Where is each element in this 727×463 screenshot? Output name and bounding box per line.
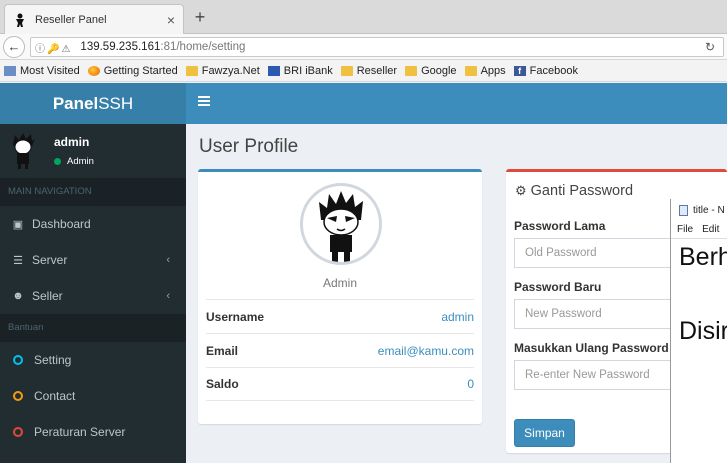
- app-logo[interactable]: Panel SSH: [0, 83, 186, 124]
- menu-edit[interactable]: Edit: [702, 224, 719, 235]
- new-tab-button[interactable]: +: [190, 7, 210, 28]
- profile-box: Admin Username admin Email email@kamu.co…: [198, 169, 482, 424]
- chevron-left-icon: ‹: [166, 254, 170, 266]
- sidebar-item-peraturan[interactable]: Peraturan Server: [0, 414, 186, 450]
- browser-tab-bar: Reseller Panel × +: [0, 0, 727, 34]
- site-info-icons[interactable]: ⓘ🔑⚠: [35, 40, 72, 55]
- sidebar: admin Admin MAIN NAVIGATION ▣ Dashboard …: [0, 124, 186, 463]
- profile-row-username: Username admin: [206, 299, 474, 333]
- site-favicon-icon: [13, 13, 27, 27]
- folder-icon: [464, 65, 477, 76]
- profile-name: Admin: [322, 276, 357, 290]
- profile-avatar: [300, 183, 382, 265]
- url-bar[interactable]: ⓘ🔑⚠ 139.59.235.161:81/home/setting ↻: [30, 37, 724, 57]
- old-password-label: Password Lama: [514, 219, 606, 233]
- notepad-text-line[interactable]: Berh: [679, 243, 727, 272]
- menu-file[interactable]: File: [677, 224, 693, 235]
- online-dot-icon: [54, 158, 61, 165]
- sidebar-item-setting[interactable]: Setting: [0, 342, 186, 378]
- user-status: Admin: [54, 156, 94, 167]
- new-password-label: Password Baru: [514, 280, 602, 294]
- save-button[interactable]: Simpan: [514, 419, 575, 447]
- most-visited-icon: [4, 65, 16, 76]
- notepad-icon: [679, 204, 688, 216]
- sidebar-item-seller[interactable]: ☻ Seller ‹: [0, 278, 186, 314]
- bookmark-google[interactable]: Google: [405, 65, 457, 77]
- bri-icon: [267, 65, 280, 76]
- bookmark-bri-ibank[interactable]: BRI iBank: [267, 65, 333, 77]
- bookmark-getting-started[interactable]: Getting Started: [87, 65, 178, 77]
- confirm-password-label: Masukkan Ulang Password: [514, 341, 669, 355]
- profile-row-email: Email email@kamu.com: [206, 333, 474, 367]
- notepad-text-line[interactable]: Disir: [679, 317, 727, 346]
- sidebar-item-dashboard[interactable]: ▣ Dashboard: [0, 206, 186, 242]
- url-host: 139.59.235.161: [80, 41, 161, 53]
- tab-title: Reseller Panel: [35, 13, 107, 26]
- avatar: [13, 133, 35, 169]
- circle-icon: [13, 355, 23, 365]
- circle-icon: [13, 391, 23, 401]
- browser-tab[interactable]: Reseller Panel ×: [4, 4, 184, 34]
- bookmark-fawzya[interactable]: Fawzya.Net: [185, 65, 260, 77]
- gear-icon: ⚙: [515, 183, 527, 198]
- page-title: User Profile: [199, 136, 299, 157]
- sidebar-item-server[interactable]: ☰ Server ‹: [0, 242, 186, 278]
- dashboard-icon: ▣: [12, 218, 24, 231]
- folder-icon: [405, 65, 418, 76]
- notepad-window[interactable]: title - N File Edit Berh Disir: [670, 199, 727, 463]
- server-icon: ☰: [13, 254, 23, 267]
- profile-row-saldo: Saldo 0: [206, 367, 474, 401]
- folder-icon: [185, 65, 198, 76]
- tab-close-icon[interactable]: ×: [167, 12, 175, 28]
- browser-navbar: ← ⓘ🔑⚠ 139.59.235.161:81/home/setting ↻: [0, 34, 727, 60]
- bookmark-apps[interactable]: Apps: [464, 65, 506, 77]
- back-arrow-icon[interactable]: ←: [3, 35, 25, 58]
- users-icon: ☻: [12, 290, 24, 302]
- sidebar-toggle-icon[interactable]: [198, 96, 210, 108]
- chevron-left-icon: ‹: [166, 290, 170, 302]
- firefox-icon: [87, 65, 100, 76]
- circle-icon: [13, 427, 23, 437]
- bookmarks-bar: Most Visited Getting Started Fawzya.Net …: [0, 60, 727, 82]
- main-nav-header: MAIN NAVIGATION: [0, 178, 186, 206]
- user-name: admin: [54, 135, 90, 149]
- bookmark-facebook[interactable]: f Facebook: [513, 65, 578, 77]
- bookmark-reseller[interactable]: Reseller: [340, 65, 397, 77]
- change-password-title: ⚙ Ganti Password: [515, 183, 634, 199]
- sidebar-item-contact[interactable]: Contact: [0, 378, 186, 414]
- facebook-icon: f: [513, 65, 526, 76]
- user-panel: admin Admin: [0, 124, 186, 178]
- notepad-menu: File Edit: [671, 221, 727, 239]
- reload-icon[interactable]: ↻: [705, 40, 715, 54]
- bookmark-most-visited[interactable]: Most Visited: [4, 65, 80, 77]
- folder-icon: [340, 65, 353, 76]
- url-path: :81/home/setting: [160, 41, 246, 53]
- notepad-titlebar[interactable]: title - N: [671, 199, 727, 221]
- top-navbar: [186, 83, 727, 124]
- help-header: Bantuan: [0, 314, 186, 342]
